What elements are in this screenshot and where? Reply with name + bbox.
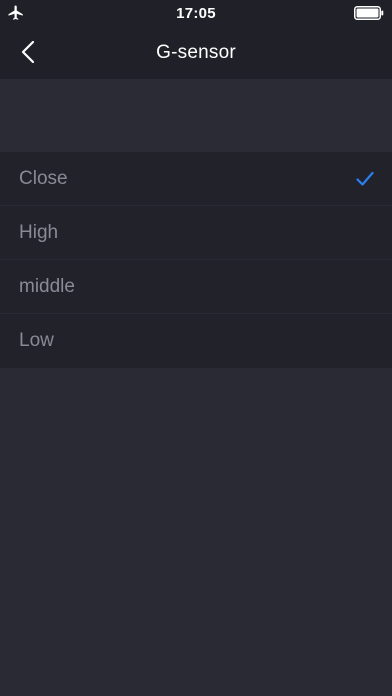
- status-time: 17:05: [176, 5, 216, 22]
- option-label: Close: [19, 168, 68, 189]
- option-middle[interactable]: middle: [0, 260, 392, 314]
- sensitivity-option-list: Close High middle Low: [0, 152, 392, 368]
- option-low[interactable]: Low: [0, 314, 392, 368]
- section-header-gap: [0, 79, 392, 152]
- option-label: High: [19, 222, 59, 243]
- option-high[interactable]: High: [0, 206, 392, 260]
- page-title: G-sensor: [156, 42, 236, 63]
- back-button[interactable]: [8, 34, 48, 70]
- option-close[interactable]: Close: [0, 152, 392, 206]
- battery-icon: [354, 6, 384, 20]
- option-label: Low: [19, 330, 54, 351]
- chevron-left-icon: [21, 40, 35, 64]
- checkmark-icon: [356, 171, 374, 186]
- option-label: middle: [19, 276, 75, 297]
- status-bar: 17:05: [0, 0, 392, 26]
- navigation-bar: G-sensor: [0, 26, 392, 79]
- g-sensor-screen: 17:05 G-sensor Close High middle Low: [0, 0, 392, 696]
